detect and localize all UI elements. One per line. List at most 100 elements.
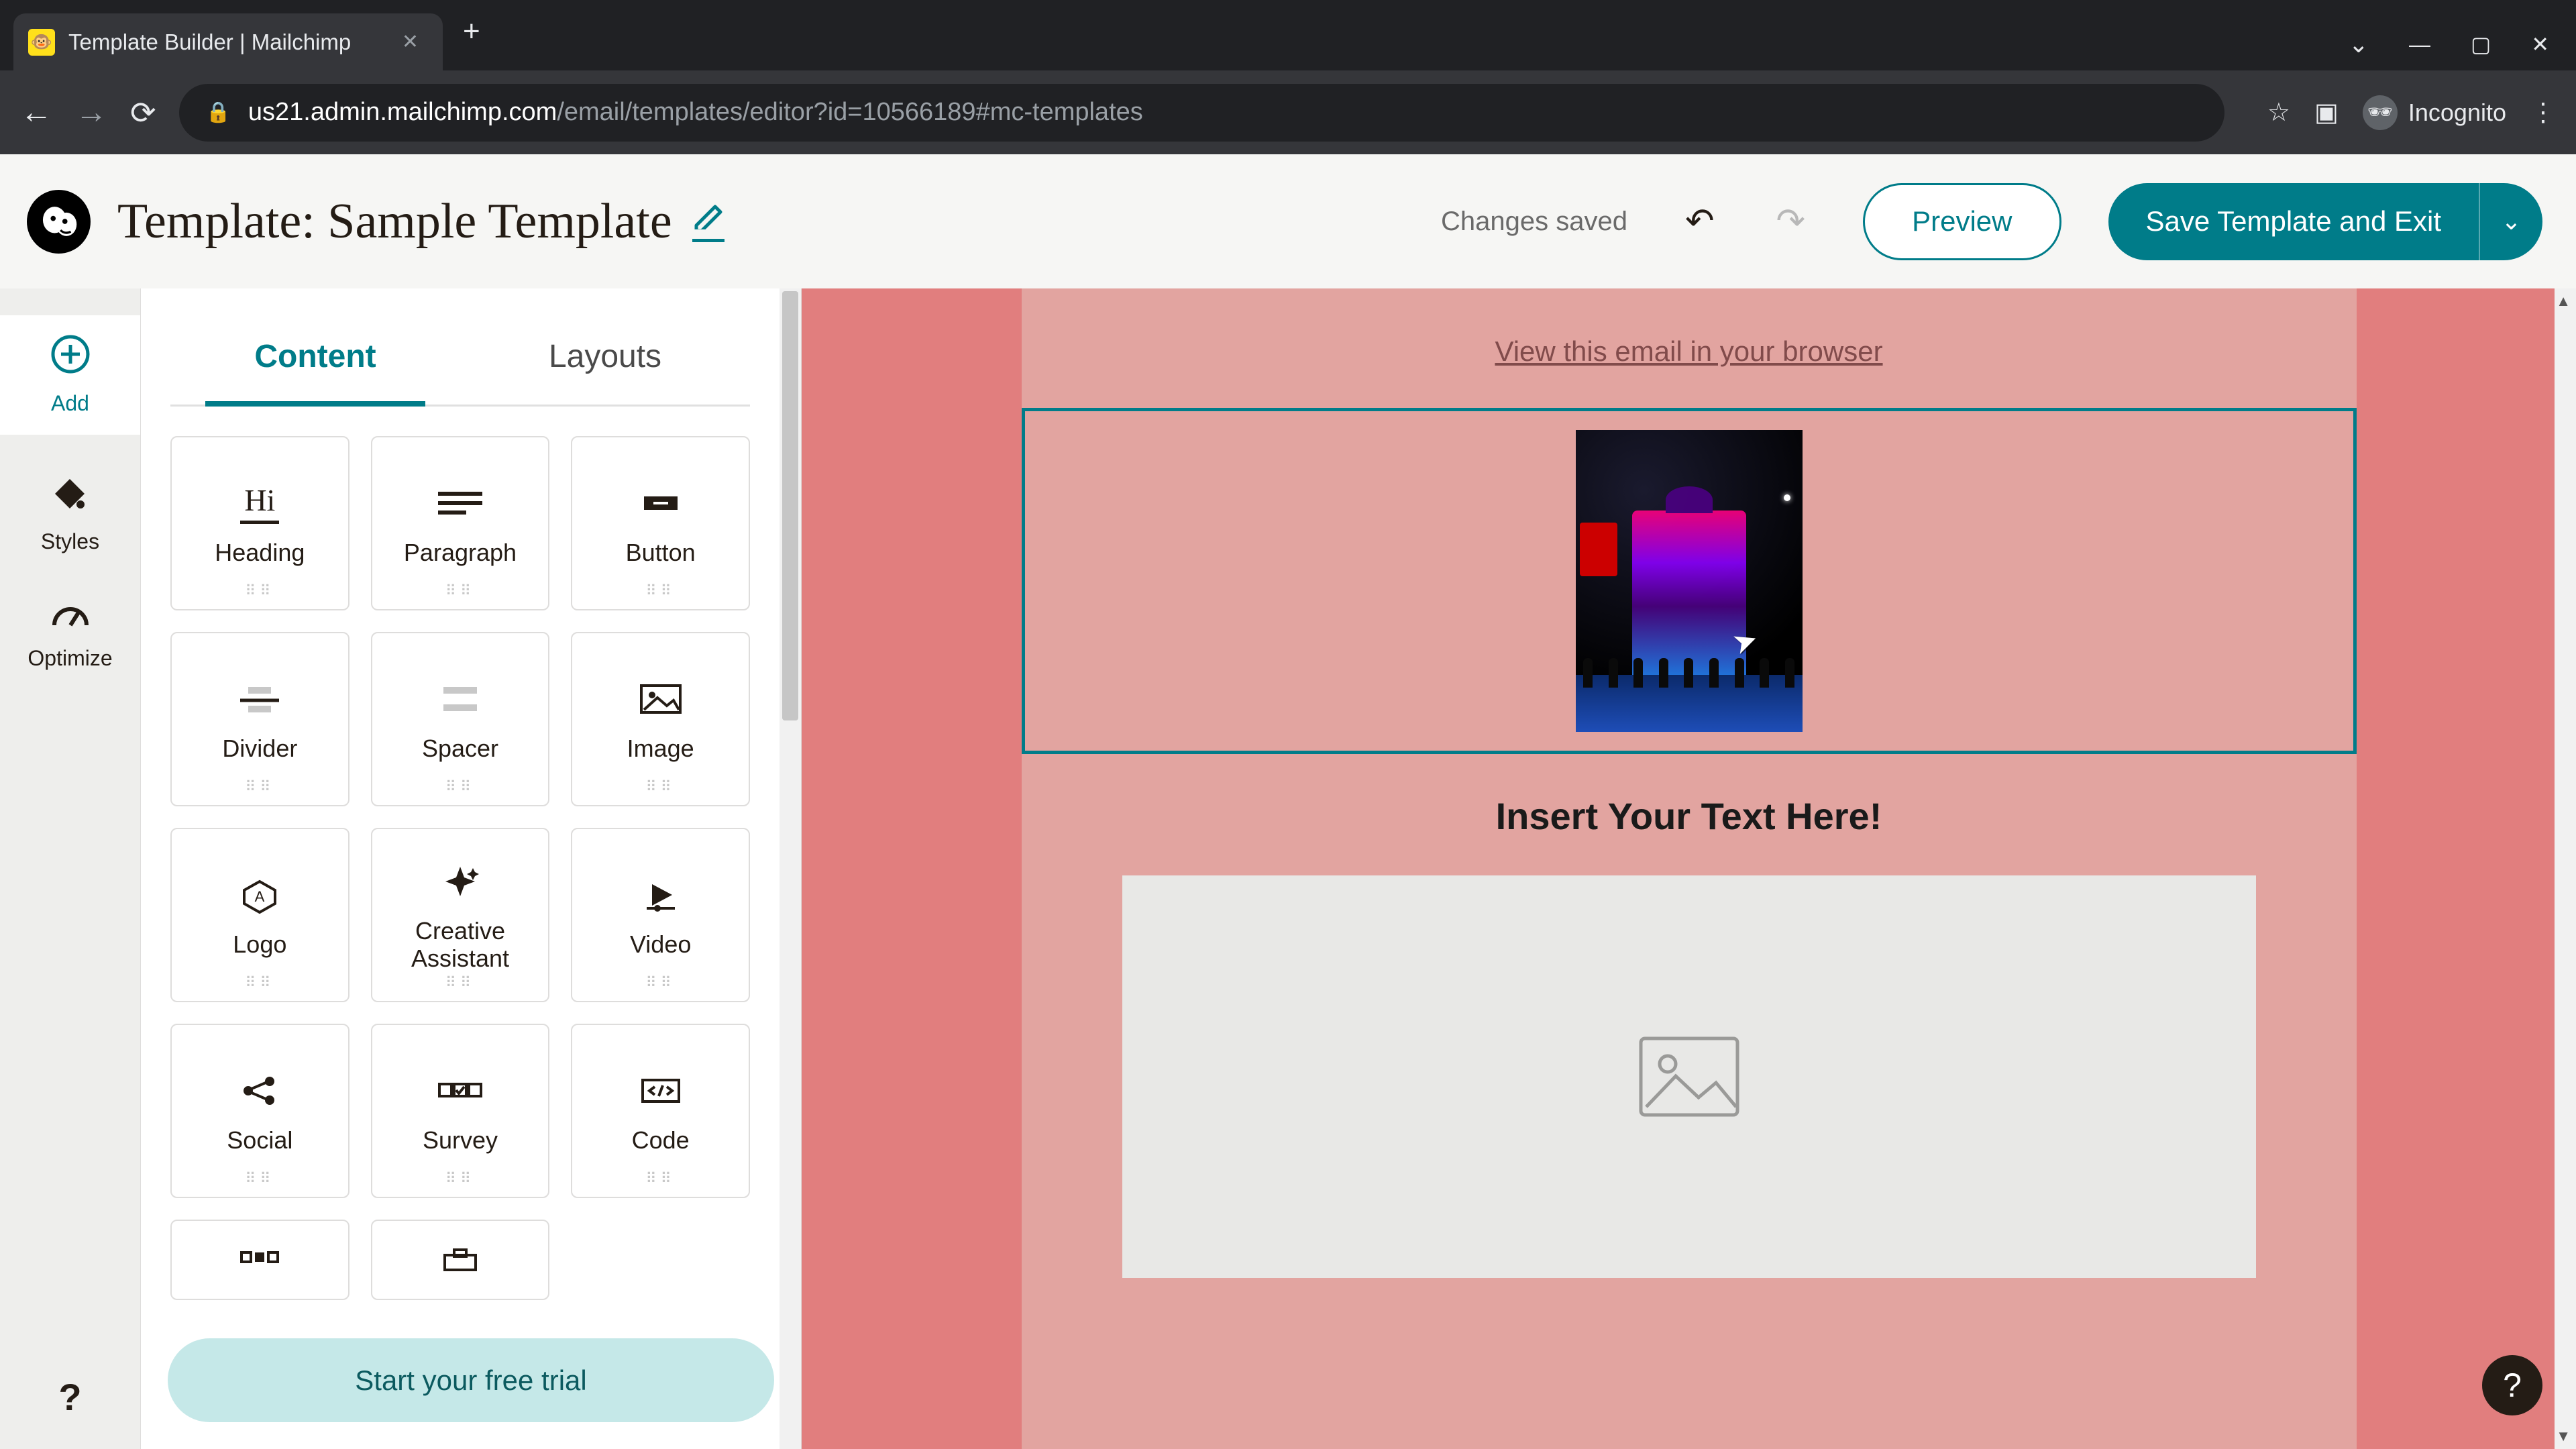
block-divider[interactable]: Divider ⠿⠿ xyxy=(170,632,350,806)
kebab-menu-icon[interactable]: ⋮ xyxy=(2530,97,2556,127)
scrollbar-thumb[interactable] xyxy=(782,291,798,720)
block-creative-label: Creative Assistant xyxy=(411,917,509,973)
address-bar: ← → ⟳ 🔒 us21.admin.mailchimp.com/email/t… xyxy=(0,70,2576,154)
block-social[interactable]: Social ⠿⠿ xyxy=(170,1024,350,1198)
block-paragraph[interactable]: Paragraph ⠿⠿ xyxy=(371,436,550,610)
app: Template: Sample Template Changes saved … xyxy=(0,154,2576,1449)
url-text: us21.admin.mailchimp.com/email/templates… xyxy=(248,98,1143,127)
block-spacer[interactable]: Spacer ⠿⠿ xyxy=(371,632,550,806)
redo-icon[interactable]: ↷ xyxy=(1759,201,1823,241)
incognito-icon: 🕶 xyxy=(2363,95,2398,130)
gauge-icon xyxy=(50,594,91,638)
rail-add-label: Add xyxy=(51,391,89,416)
window-controls: ⌄ — ▢ ✕ xyxy=(2349,30,2576,58)
favicon-icon: 🐵 xyxy=(28,29,55,56)
lock-icon: 🔒 xyxy=(206,101,231,124)
save-exit-button[interactable]: Save Template and Exit xyxy=(2108,183,2479,260)
side-tabs: Content Layouts xyxy=(170,305,750,407)
reload-icon[interactable]: ⟳ xyxy=(130,95,156,131)
scroll-down-icon[interactable]: ▼ xyxy=(2556,1428,2571,1445)
chevron-down-icon: ⌄ xyxy=(2501,207,2521,235)
blocks-grid: Hi Heading ⠿⠿ Paragraph ⠿⠿ xyxy=(170,407,750,1300)
briefcase-icon xyxy=(434,1236,486,1283)
block-social-label: Social xyxy=(227,1126,292,1154)
block-button-label: Button xyxy=(626,539,696,566)
grip-icon: ⠿⠿ xyxy=(245,778,274,796)
grip-icon: ⠿⠿ xyxy=(646,974,676,991)
minimize-icon[interactable]: — xyxy=(2409,32,2430,57)
grip-icon: ⠿⠿ xyxy=(445,778,475,796)
tab-content[interactable]: Content xyxy=(170,305,460,405)
grip-icon: ⠿⠿ xyxy=(245,1170,274,1187)
rail-styles[interactable]: Styles xyxy=(41,475,99,554)
block-heading[interactable]: Hi Heading ⠿⠿ xyxy=(170,436,350,610)
incognito-indicator[interactable]: 🕶 Incognito xyxy=(2363,95,2506,130)
selected-image-block[interactable]: ➤ xyxy=(1022,408,2357,754)
email-body: View this email in your browser ➤ Insert… xyxy=(1022,288,2357,1449)
page-title: Template: Sample Template xyxy=(117,193,672,250)
maximize-icon[interactable]: ▢ xyxy=(2471,32,2491,57)
panel-scrollbar[interactable] xyxy=(780,288,801,1449)
rail-styles-label: Styles xyxy=(41,529,99,554)
start-trial-button[interactable]: Start your free trial xyxy=(168,1338,774,1422)
tab-search-icon[interactable]: ⌄ xyxy=(2349,30,2369,58)
new-tab-button[interactable]: + xyxy=(443,15,500,48)
image-placeholder-block[interactable] xyxy=(1122,875,2256,1278)
save-dropdown-button[interactable]: ⌄ xyxy=(2479,183,2542,260)
grip-icon: ⠿⠿ xyxy=(445,974,475,991)
rail-optimize-label: Optimize xyxy=(28,646,112,671)
window-close-icon[interactable]: ✕ xyxy=(2531,32,2549,57)
block-partial-1[interactable] xyxy=(170,1220,350,1300)
svg-text:A: A xyxy=(255,888,265,905)
email-heading[interactable]: Insert Your Text Here! xyxy=(1496,794,1882,838)
mailchimp-logo-icon[interactable] xyxy=(27,190,91,254)
block-partial-2[interactable] xyxy=(371,1220,550,1300)
block-code[interactable]: Code ⠿⠿ xyxy=(571,1024,750,1198)
block-button[interactable]: Button ⠿⠿ xyxy=(571,436,750,610)
left-rail: Add Styles Optimize ? xyxy=(0,288,141,1449)
tab-layouts[interactable]: Layouts xyxy=(460,305,750,405)
close-icon[interactable]: ✕ xyxy=(398,26,423,58)
trial-wrap: Start your free trial xyxy=(141,1311,801,1449)
incognito-label: Incognito xyxy=(2408,99,2506,127)
block-image[interactable]: Image ⠿⠿ xyxy=(571,632,750,806)
spacer-icon xyxy=(434,676,486,722)
extensions-icon[interactable]: ▣ xyxy=(2314,97,2339,127)
view-in-browser-link[interactable]: View this email in your browser xyxy=(1495,335,1882,368)
code-icon xyxy=(635,1067,687,1114)
canvas-scrollbar[interactable]: ▲ ▼ xyxy=(2555,288,2576,1449)
url-input[interactable]: 🔒 us21.admin.mailchimp.com/email/templat… xyxy=(179,84,2224,142)
back-icon[interactable]: ← xyxy=(20,94,52,131)
survey-icon xyxy=(434,1067,486,1114)
image-placeholder-icon xyxy=(1635,1033,1743,1120)
preview-button[interactable]: Preview xyxy=(1863,183,2061,260)
blocks-panel-inner: Content Layouts Hi Heading ⠿⠿ Paragraph xyxy=(141,288,780,1311)
rail-add[interactable]: Add xyxy=(0,315,140,435)
canvas: View this email in your browser ➤ Insert… xyxy=(802,288,2576,1449)
bookmark-icon[interactable]: ☆ xyxy=(2267,97,2290,127)
paragraph-icon xyxy=(434,480,486,527)
tab-title: Template Builder | Mailchimp xyxy=(68,30,384,55)
block-video[interactable]: Video ⠿⠿ xyxy=(571,828,750,1002)
browser-tab[interactable]: 🐵 Template Builder | Mailchimp ✕ xyxy=(13,13,443,70)
grip-icon: ⠿⠿ xyxy=(646,582,676,600)
block-logo[interactable]: A Logo ⠿⠿ xyxy=(170,828,350,1002)
help-icon[interactable]: ? xyxy=(58,1375,81,1419)
plus-circle-icon xyxy=(50,334,91,383)
rail-optimize[interactable]: Optimize xyxy=(28,594,112,671)
grip-icon: ⠿⠿ xyxy=(646,778,676,796)
forward-icon[interactable]: → xyxy=(75,94,107,131)
video-icon xyxy=(635,871,687,918)
undo-icon[interactable]: ↶ xyxy=(1668,201,1732,241)
block-code-label: Code xyxy=(632,1126,690,1154)
email-hero-image[interactable]: ➤ xyxy=(1576,430,1803,732)
block-logo-label: Logo xyxy=(233,930,286,958)
block-spacer-label: Spacer xyxy=(422,735,498,762)
help-fab-button[interactable]: ? xyxy=(2482,1355,2542,1415)
block-creative-assistant[interactable]: Creative Assistant ⠿⠿ xyxy=(371,828,550,1002)
block-paragraph-label: Paragraph xyxy=(404,539,517,566)
block-survey[interactable]: Survey ⠿⠿ xyxy=(371,1024,550,1198)
scroll-up-icon[interactable]: ▲ xyxy=(2556,292,2571,310)
edit-title-icon[interactable] xyxy=(692,201,724,242)
blocks-panel: Content Layouts Hi Heading ⠿⠿ Paragraph xyxy=(141,288,802,1449)
